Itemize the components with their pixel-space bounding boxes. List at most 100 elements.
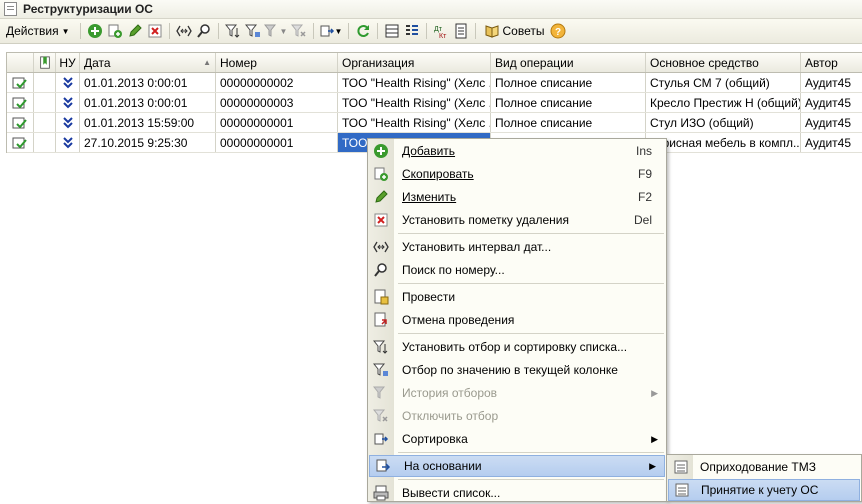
copy-button[interactable]: [105, 21, 125, 41]
filter-history-button[interactable]: ▼: [263, 21, 289, 41]
delete-mark-icon: [374, 213, 388, 227]
date-cell: 27.10.2015 9:25:30: [80, 133, 216, 152]
posted-document-icon: [12, 137, 27, 148]
nu-cell: [56, 133, 80, 152]
menu-separator: [398, 479, 664, 480]
sort-button[interactable]: ▼: [318, 21, 344, 41]
column-header-posted[interactable]: [34, 53, 56, 72]
menu-label: Отмена проведения: [402, 313, 515, 327]
help-icon: ?: [550, 23, 566, 39]
disable-filter-button[interactable]: [289, 21, 309, 41]
menu-label: Сортировка: [402, 432, 468, 446]
menu-item-print-list[interactable]: Вывести список...: [368, 482, 666, 504]
toolbar-separator: [312, 23, 314, 39]
date-cell: 01.01.2013 0:00:01: [80, 73, 216, 92]
menu-label: Отключить отбор: [402, 409, 499, 423]
column-header-date[interactable]: Дата ▲: [80, 53, 216, 72]
menu-item-edit[interactable]: Изменить F2: [368, 186, 666, 208]
posted-document-icon: [12, 97, 27, 108]
date-header-label: Дата: [84, 55, 111, 70]
menu-label: Добавить: [402, 144, 456, 158]
date-interval-button[interactable]: [174, 21, 194, 41]
menu-label: Скопировать: [402, 167, 474, 181]
list-settings-icon: [385, 24, 398, 38]
column-header-nu[interactable]: НУ: [56, 53, 80, 72]
menu-item-copy[interactable]: Скопировать F9: [368, 163, 666, 185]
menu-label: Поиск по номеру...: [402, 263, 505, 277]
menu-item-add[interactable]: Добавить Ins: [368, 140, 666, 162]
toolbar-separator: [79, 23, 81, 39]
double-chevron-down-icon: [62, 76, 73, 88]
column-header-asset[interactable]: Основное средство: [646, 53, 801, 72]
report-button[interactable]: [451, 21, 471, 41]
column-header-number[interactable]: Номер: [216, 53, 338, 72]
submenu-item-os-acceptance[interactable]: Принятие к учету ОС: [668, 479, 860, 501]
refresh-icon: [357, 25, 369, 37]
column-header-status[interactable]: [7, 53, 34, 72]
add-button[interactable]: [85, 21, 105, 41]
menu-shortcut: F2: [637, 190, 652, 204]
posted-document-icon: [12, 77, 27, 88]
sort-icon: [320, 25, 334, 37]
edit-button[interactable]: [125, 21, 145, 41]
menu-item-search-number[interactable]: Поиск по номеру...: [368, 259, 666, 281]
filter-by-value-button[interactable]: [243, 21, 263, 41]
status-cell: [7, 73, 34, 92]
filter-off-icon: [290, 24, 306, 37]
toolbar-separator: [474, 23, 476, 39]
author-cell: Аудит45: [801, 113, 862, 132]
nu-cell: [56, 73, 80, 92]
author-cell: Аудит45: [801, 133, 862, 152]
number-cell: 00000000001: [216, 113, 338, 132]
menu-label: История отборов: [402, 386, 498, 400]
menu-item-date-interval[interactable]: Установить интервал дат...: [368, 236, 666, 258]
menu-label: Установить пометку удаления: [402, 213, 570, 227]
dropdown-arrow-icon: ▼: [279, 26, 288, 36]
table-row[interactable]: 01.01.2013 0:00:01 00000000003 ТОО "Health…: [7, 93, 862, 113]
list-settings-button[interactable]: [382, 21, 402, 41]
column-header-author[interactable]: Автор: [801, 53, 862, 72]
add-icon: [87, 24, 102, 38]
document-list-icon: [4, 2, 17, 16]
set-filter-button[interactable]: [223, 21, 243, 41]
dropdown-arrow-icon: ▼: [334, 26, 343, 36]
filter-history-icon: [263, 24, 276, 37]
dropdown-arrow-icon: ▼: [61, 26, 70, 36]
double-chevron-down-icon: [62, 136, 73, 148]
menu-item-unpost[interactable]: Отмена проведения: [368, 309, 666, 331]
toolbar: Действия ▼ ▼ ▼ Дт Кт Советы ?: [0, 19, 862, 44]
menu-item-post[interactable]: Провести: [368, 286, 666, 308]
toolbar-separator: [425, 23, 427, 39]
filter-value-icon: [244, 24, 260, 37]
menu-item-disable-filter[interactable]: Отключить отбор: [368, 405, 666, 427]
organization-cell: ТОО "Health Rising" (Хелс ...: [338, 73, 491, 92]
dt-kt-button[interactable]: Дт Кт: [431, 21, 451, 41]
menu-item-filter-by-value[interactable]: Отбор по значению в текущей колонке: [368, 359, 666, 381]
sort-asc-icon: ▲: [203, 58, 211, 67]
refresh-button[interactable]: [353, 21, 373, 41]
nu-cell: [56, 113, 80, 132]
menu-item-mark-delete[interactable]: Установить пометку удаления Del: [368, 209, 666, 231]
table-row[interactable]: 01.01.2013 0:00:01 00000000002 ТОО "Health…: [7, 73, 862, 93]
menu-item-sort[interactable]: Сортировка ▶: [368, 428, 666, 450]
tips-button[interactable]: Советы ?: [480, 21, 574, 41]
document-icon: [674, 460, 688, 474]
column-header-operation[interactable]: Вид операции: [491, 53, 646, 72]
submenu-item-tmz-receipt[interactable]: Оприходование ТМЗ: [668, 456, 860, 478]
columns-button[interactable]: [402, 21, 422, 41]
double-chevron-down-icon: [62, 116, 73, 128]
menu-item-set-filter[interactable]: Установить отбор и сортировку списка...: [368, 336, 666, 358]
search-number-button[interactable]: [194, 21, 214, 41]
filter-icon: [224, 24, 239, 38]
author-cell: Аудит45: [801, 73, 862, 92]
menu-item-based-on[interactable]: На основании ▶: [369, 455, 665, 477]
delete-button[interactable]: [145, 21, 165, 41]
copy-icon: [108, 24, 122, 38]
table-row[interactable]: 01.01.2013 15:59:00 00000000001 ТОО "Healt…: [7, 113, 862, 133]
menu-label: Установить отбор и сортировку списка...: [402, 340, 628, 354]
actions-menu-button[interactable]: Действия ▼: [0, 21, 76, 41]
copy-icon: [374, 167, 388, 181]
menu-shortcut: Ins: [635, 144, 652, 158]
column-header-organization[interactable]: Организация: [338, 53, 491, 72]
menu-item-filter-history[interactable]: История отборов ▶: [368, 382, 666, 404]
